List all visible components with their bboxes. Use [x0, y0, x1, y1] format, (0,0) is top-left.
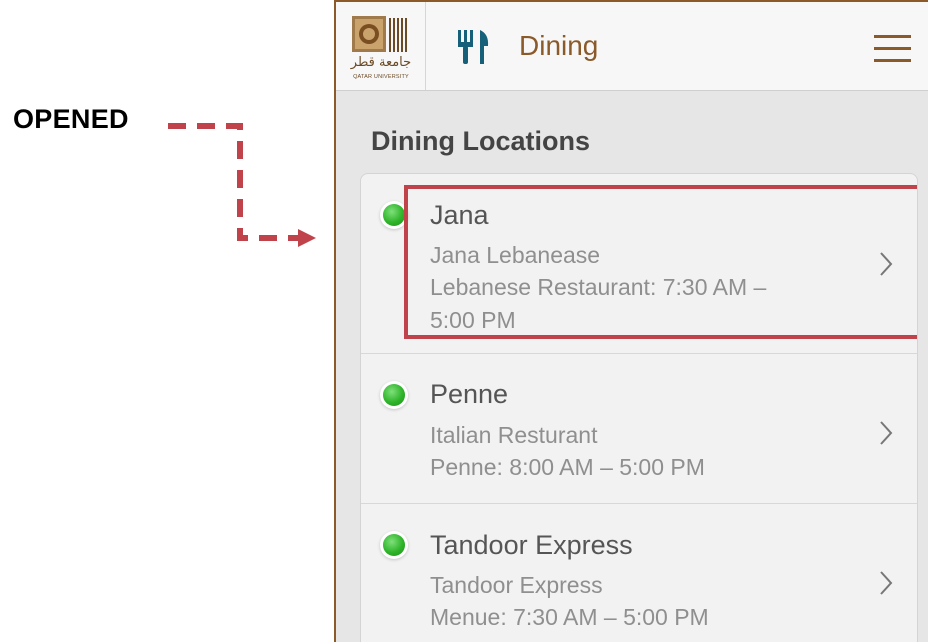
- logo-english-text: QATAR UNIVERSITY: [353, 74, 409, 80]
- chevron-right-icon: [880, 571, 893, 595]
- dashed-arrow-annotation: [168, 123, 316, 247]
- chevron-right-icon: [880, 421, 893, 445]
- location-item-jana[interactable]: Jana Jana Lebanease Lebanese Restaurant:…: [361, 174, 917, 354]
- section-title: Dining Locations: [371, 126, 590, 156]
- app-header: جامعة قطر QATAR UNIVERSITY Dining: [336, 2, 928, 91]
- hamburger-menu-icon[interactable]: [874, 35, 912, 63]
- university-emblem-icon: [352, 16, 407, 52]
- highlight-box: [404, 185, 917, 339]
- app-screen: جامعة قطر QATAR UNIVERSITY Dining Dining…: [334, 0, 928, 642]
- location-item-tandoor-express[interactable]: Tandoor Express Tandoor Express Menue: 7…: [361, 504, 917, 642]
- location-item-penne[interactable]: Penne Italian Resturant Penne: 8:00 AM –…: [361, 354, 917, 504]
- open-status-indicator-icon: [383, 384, 405, 406]
- logo-arabic-text: جامعة قطر: [350, 55, 412, 70]
- arrow-head-icon: [298, 229, 316, 247]
- location-name: Tandoor Express: [430, 530, 633, 560]
- location-subtitle: Tandoor Express: [430, 572, 603, 598]
- location-hours: Penne: 8:00 AM – 5:00 PM: [430, 454, 705, 480]
- dining-locations-list: Jana Jana Lebanease Lebanese Restaurant:…: [360, 173, 918, 642]
- page-title: Dining: [519, 30, 599, 61]
- open-status-indicator-icon: [383, 534, 405, 556]
- fork-knife-icon: [458, 30, 489, 64]
- location-hours: Menue: 7:30 AM – 5:00 PM: [430, 604, 709, 630]
- location-subtitle: Italian Resturant: [430, 422, 598, 448]
- location-name: Penne: [430, 379, 509, 409]
- open-status-indicator-icon: [383, 204, 405, 226]
- qatar-university-logo[interactable]: جامعة قطر QATAR UNIVERSITY: [336, 2, 426, 90]
